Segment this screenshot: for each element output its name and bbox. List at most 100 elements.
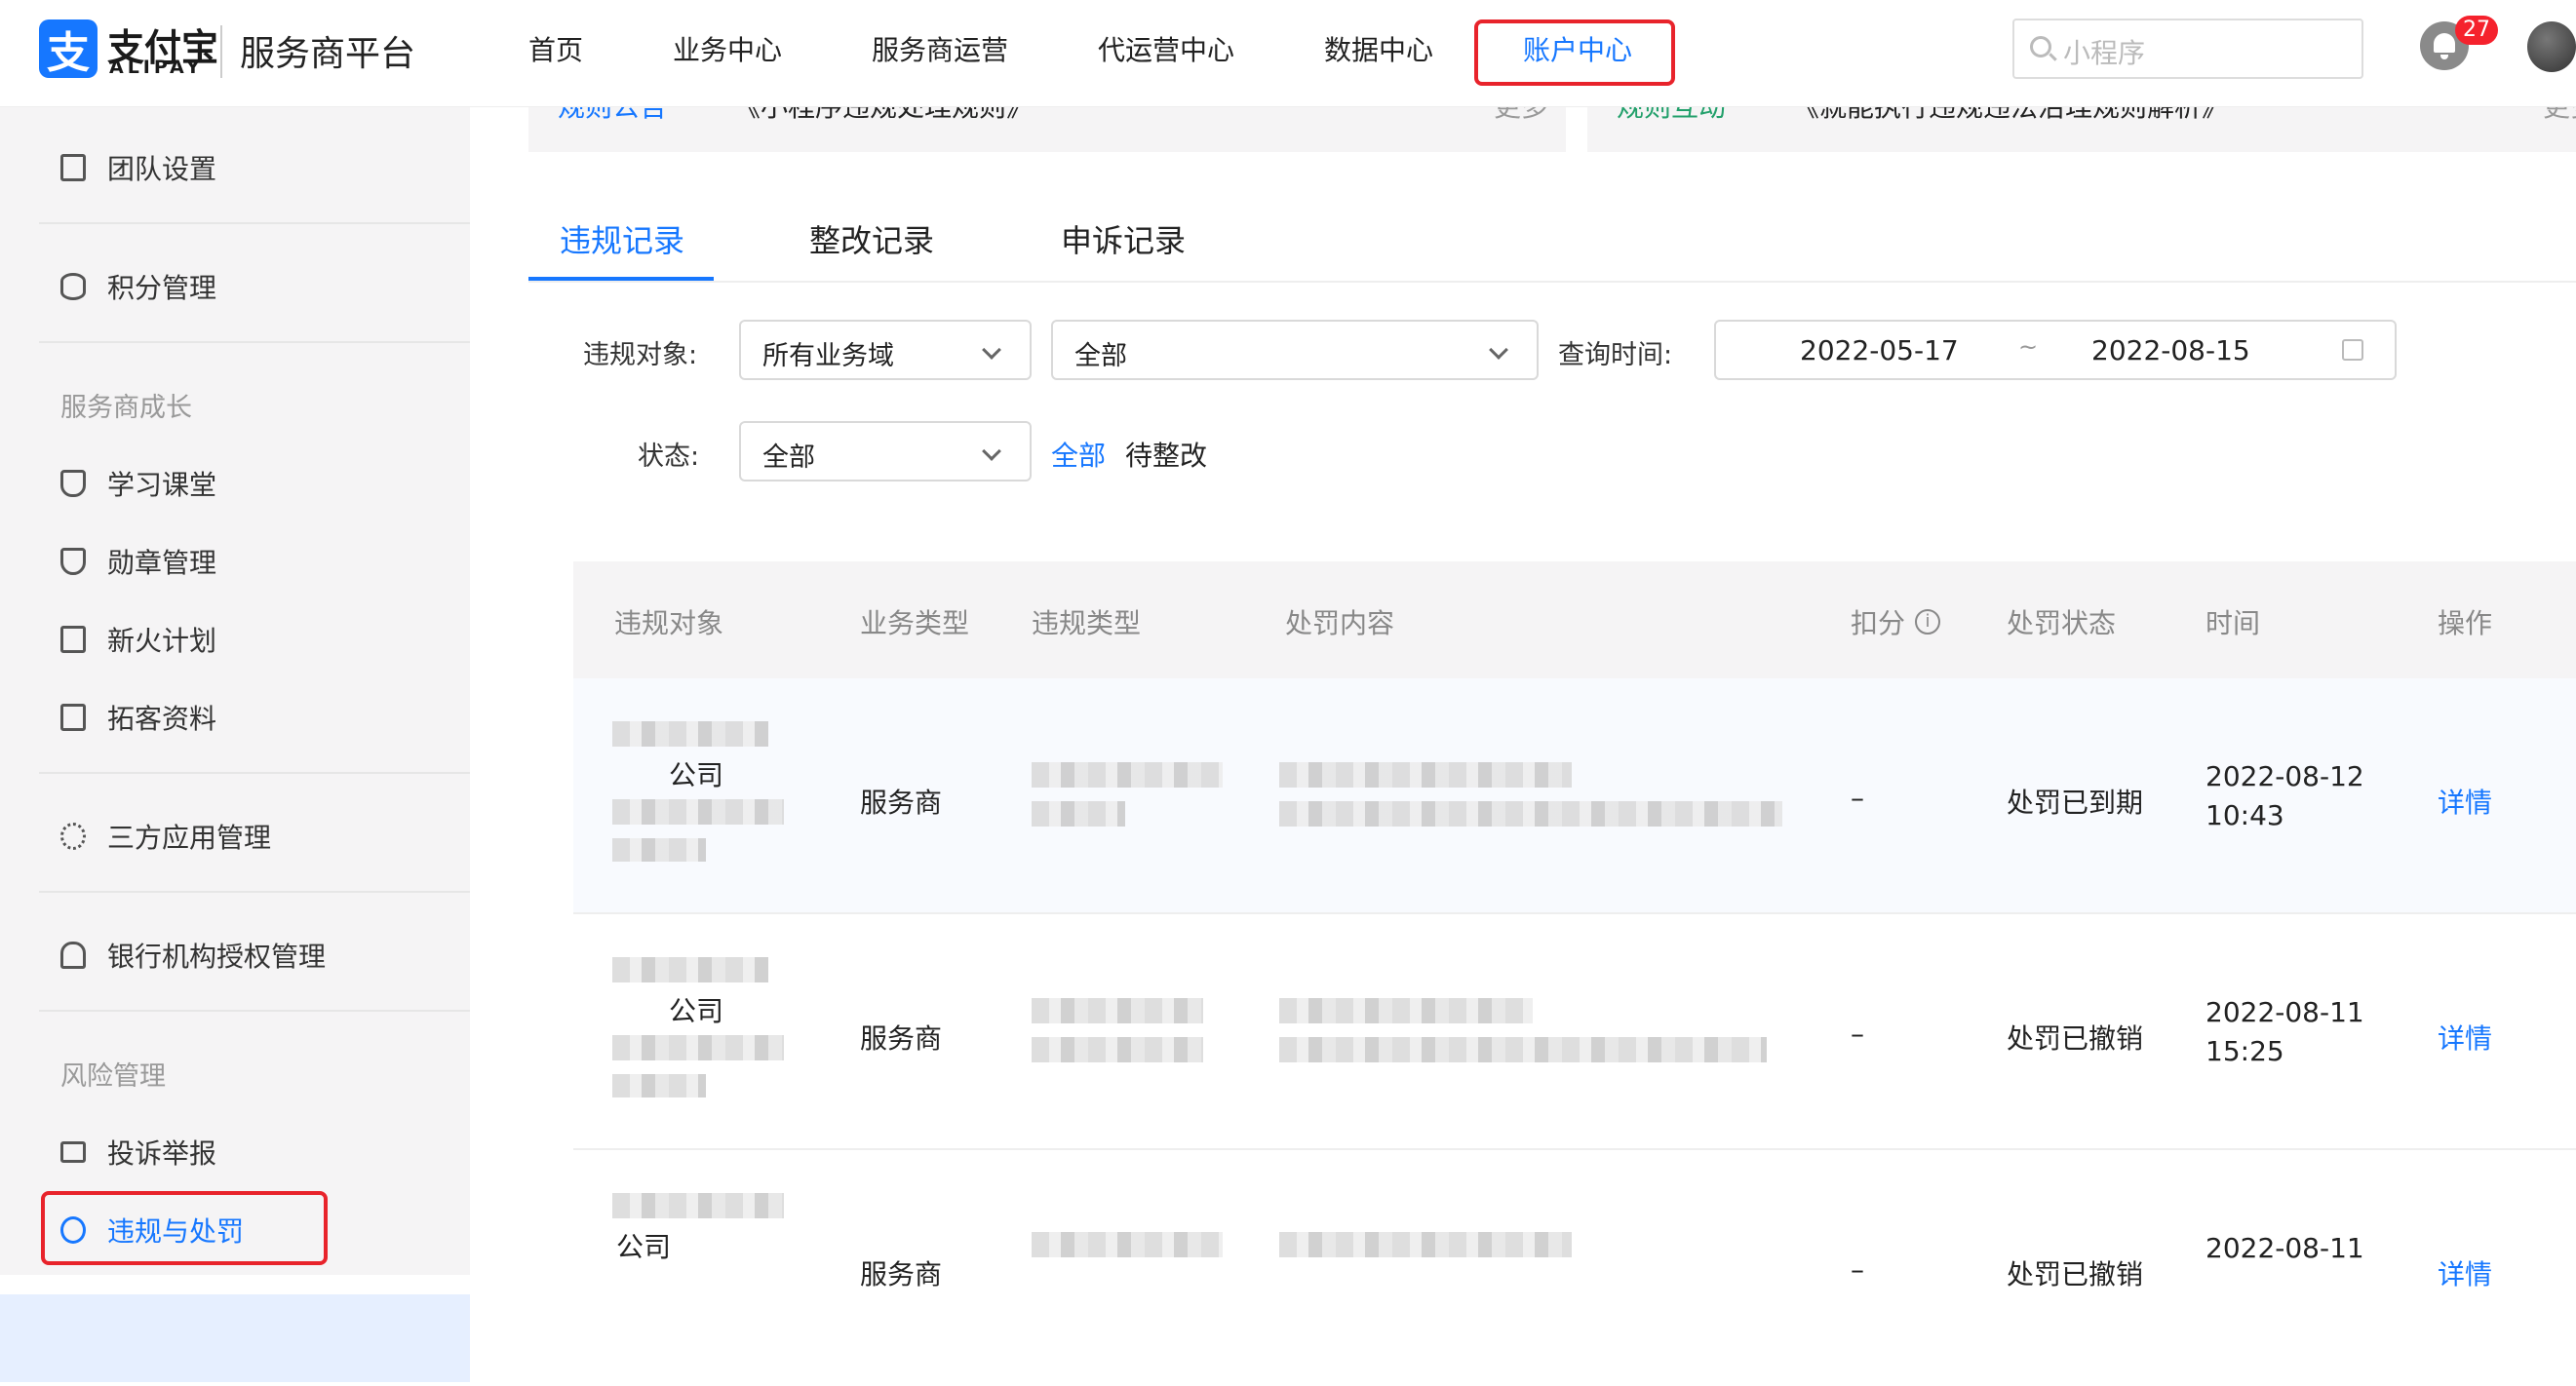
nav-home[interactable]: 首页 (528, 29, 583, 68)
redacted-text (1032, 1037, 1203, 1062)
sidebar-item-newfire[interactable]: 新火计划 (60, 620, 216, 659)
sidebar-active-bg (0, 1294, 470, 1382)
redacted-text (1279, 1232, 1572, 1257)
table-row: 公司 服务商 – 处罚已到期 2022-08-12 10:43 详情 (573, 678, 2576, 914)
quick-filter-all[interactable]: 全部 (1051, 435, 1106, 474)
redacted-text (1032, 762, 1223, 788)
nav-agency-ops[interactable]: 代运营中心 (1098, 29, 1234, 68)
column-header: 操作 (2438, 607, 2493, 639)
apps-grid-icon (60, 823, 86, 850)
redacted-text (1279, 801, 1782, 827)
column-header: 处罚内容 (1285, 607, 1395, 639)
filter-target-label: 违规对象: (583, 340, 698, 370)
search-icon (2030, 36, 2051, 58)
divider (39, 341, 470, 343)
column-header: 时间 (2205, 607, 2261, 639)
nav-data-center[interactable]: 数据中心 (1324, 29, 1433, 68)
date-range-picker[interactable]: 2022-05-17 ~ 2022-08-15 (1714, 320, 2397, 380)
tab-rectification[interactable]: 整改记录 (809, 216, 934, 261)
quick-filter-pending[interactable]: 待整改 (1125, 435, 1207, 474)
date-start[interactable]: 2022-05-17 (1800, 334, 1959, 366)
chevron-down-icon (1489, 340, 1508, 360)
divider (39, 772, 470, 774)
column-header: 业务类型 (860, 607, 970, 639)
redacted-text (612, 721, 768, 747)
divider (39, 891, 470, 893)
table-row: 公司 服务商 – 处罚已撤销 2022-08-11 15:25 详情 (573, 914, 2576, 1150)
platform-title: 服务商平台 (240, 34, 416, 74)
sidebar-item-apps[interactable]: 三方应用管理 (60, 817, 271, 856)
chevron-down-icon (982, 340, 1001, 360)
tab-violations[interactable]: 违规记录 (560, 216, 684, 261)
avatar[interactable] (2527, 21, 2576, 72)
document-icon (60, 626, 86, 653)
redacted-text (1032, 801, 1125, 827)
table-header: 违规对象 业务类型 违规类型 处罚内容 扣分 i 处罚状态 时间 操作 (573, 561, 2576, 678)
date-separator: ~ (2018, 333, 2039, 361)
redacted-text (612, 799, 784, 825)
status-select[interactable]: 全部 (739, 421, 1032, 481)
column-header-score: 扣分 i (1851, 602, 1941, 641)
sidebar-item-complaints[interactable]: 投诉举报 (60, 1133, 216, 1172)
sidebar-item-team[interactable]: 团队设置 (60, 148, 216, 187)
user-icon (60, 942, 86, 969)
notice-tag[interactable]: 规则互动 (1617, 107, 1726, 125)
top-header: 支 支付宝 ALIPAY 服务商平台 首页 业务中心 服务商运营 代运营中心 数… (0, 0, 2576, 107)
divider (39, 222, 470, 224)
logo-divider (220, 25, 222, 78)
highlight-box (41, 1191, 328, 1265)
section-growth: 服务商成长 (60, 393, 192, 423)
notice-more[interactable]: 更多 (1494, 107, 1548, 125)
sidebar-item-learning[interactable]: 学习课堂 (60, 464, 216, 503)
logo-subtext: ALIPAY (109, 57, 204, 78)
scope-select[interactable]: 全部 (1051, 320, 1539, 380)
target-select[interactable]: 所有业务域 (739, 320, 1032, 380)
graduation-cap-icon (60, 470, 86, 497)
filter-status-label: 状态: (638, 442, 700, 472)
date-end[interactable]: 2022-08-15 (2091, 334, 2250, 366)
sidebar-item-points[interactable]: 积分管理 (60, 267, 216, 306)
detail-link[interactable]: 详情 (2438, 782, 2492, 821)
document-icon (60, 704, 86, 731)
nav-provider-ops[interactable]: 服务商运营 (872, 29, 1008, 68)
notice-right: 规则互动 《就能执行违规违法治理规则解析》 更多 (1587, 107, 2576, 152)
document-icon (60, 154, 86, 181)
notice-left: 规则公告 《小程序违规处理规则》 更多 (528, 107, 1566, 152)
calendar-icon[interactable] (2342, 339, 2363, 361)
section-risk: 风险管理 (60, 1061, 166, 1092)
redacted-text (1279, 762, 1572, 788)
database-icon (60, 273, 86, 300)
divider (39, 1010, 470, 1012)
notice-text[interactable]: 《就能执行违规违法治理规则解析》 (1792, 107, 2229, 125)
table-row: 公司 服务商 – 处罚已撤销 2022-08-11 详情 (573, 1150, 2576, 1386)
alipay-logo-icon[interactable]: 支 (39, 19, 98, 78)
redacted-text (612, 1193, 784, 1218)
redacted-text (1032, 998, 1203, 1023)
redacted-text (612, 957, 768, 982)
filter-time-label: 查询时间: (1558, 340, 1673, 370)
notice-text[interactable]: 《小程序违规处理规则》 (733, 107, 1034, 125)
sidebar-item-badges[interactable]: 勋章管理 (60, 542, 216, 581)
notice-tag[interactable]: 规则公告 (558, 107, 667, 125)
info-icon[interactable]: i (1915, 609, 1941, 635)
detail-link[interactable]: 详情 (2438, 1253, 2492, 1292)
tab-appeals[interactable]: 申诉记录 (1061, 216, 1186, 261)
detail-link[interactable]: 详情 (2438, 1018, 2492, 1057)
search-input[interactable]: 小程序 (2012, 19, 2363, 79)
main-content: 规则公告 《小程序违规处理规则》 更多 规则互动 《就能执行违规违法治理规则解析… (470, 107, 2576, 1386)
mail-icon (60, 1141, 86, 1163)
highlight-box (1474, 19, 1675, 86)
notification-badge: 27 (2455, 16, 2498, 45)
tab-active-indicator (528, 277, 714, 281)
redacted-text (612, 1035, 784, 1060)
chevron-down-icon (982, 442, 1001, 461)
sidebar: 团队设置 积分管理 服务商成长 学习课堂 勋章管理 新火计划 拓客资料 三方应用… (0, 107, 470, 1382)
redacted-text (1032, 1232, 1223, 1257)
column-header: 违规类型 (1032, 607, 1142, 639)
search-placeholder: 小程序 (2063, 37, 2146, 69)
tab-divider (528, 281, 2576, 283)
notice-more[interactable]: 更多 (2543, 107, 2576, 125)
nav-business-center[interactable]: 业务中心 (673, 29, 782, 68)
sidebar-item-materials[interactable]: 拓客资料 (60, 698, 216, 737)
sidebar-item-bank[interactable]: 银行机构授权管理 (60, 936, 326, 975)
